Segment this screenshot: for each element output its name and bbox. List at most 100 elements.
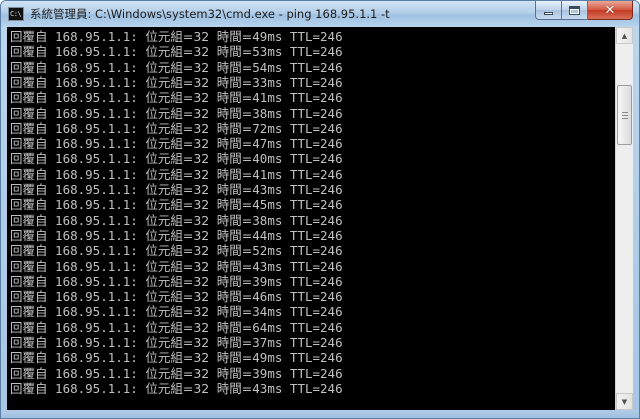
reply-ttl: TTL=246 xyxy=(289,59,343,75)
ping-reply-line: 回覆自 168.95.1.1: 位元組=32 時間=49ms TTL=246 xyxy=(10,29,343,44)
reply-time-label: 時間= xyxy=(216,289,253,305)
reply-time: 43ms xyxy=(252,182,283,197)
maximize-icon xyxy=(569,5,580,15)
reply-bytes: 位元組=32 xyxy=(145,380,210,396)
reply-prefix: 回覆自 xyxy=(10,105,48,121)
reply-time-label: 時間= xyxy=(216,120,253,136)
close-button[interactable]: ✕ xyxy=(588,1,633,20)
reply-prefix: 回覆自 xyxy=(10,29,48,44)
ping-reply-line: 回覆自 168.95.1.1: 位元組=32 時間=33ms TTL=246 xyxy=(10,75,343,90)
reply-time: 43ms xyxy=(252,380,283,396)
ping-reply-line: 回覆自 168.95.1.1: 位元組=32 時間=47ms TTL=246 xyxy=(10,136,343,151)
ping-reply-line: 回覆自 168.95.1.1: 位元組=32 時間=46ms TTL=246 xyxy=(10,289,343,304)
grip-line xyxy=(622,112,628,113)
reply-prefix: 回覆自 xyxy=(10,212,48,228)
reply-prefix: 回覆自 xyxy=(10,197,48,213)
reply-prefix: 回覆自 xyxy=(10,227,48,243)
reply-prefix: 回覆自 xyxy=(10,335,48,350)
reply-host: 168.95.1.1: xyxy=(55,182,138,197)
grip-line xyxy=(622,118,628,119)
scroll-down-button[interactable]: ▼ xyxy=(616,393,633,410)
reply-time: 41ms xyxy=(252,166,283,182)
ping-reply-line: 回覆自 168.95.1.1: 位元組=32 時間=40ms TTL=246 xyxy=(10,151,343,166)
reply-host: 168.95.1.1: xyxy=(55,273,138,289)
reply-bytes: 位元組=32 xyxy=(145,151,210,167)
reply-ttl: TTL=246 xyxy=(289,227,343,243)
reply-ttl: TTL=246 xyxy=(289,44,343,60)
reply-ttl: TTL=246 xyxy=(289,212,343,228)
vertical-scrollbar[interactable]: ▲ ▼ xyxy=(615,27,633,410)
reply-host: 168.95.1.1: xyxy=(55,304,138,320)
title-bar[interactable]: C:\ 系統管理員: C:\Windows\system32\cmd.exe -… xyxy=(1,1,639,27)
reply-bytes: 位元組=32 xyxy=(145,29,210,44)
maximize-button[interactable] xyxy=(562,1,588,20)
reply-bytes: 位元組=32 xyxy=(145,258,210,274)
ping-reply-line: 回覆自 168.95.1.1: 位元組=32 時間=53ms TTL=246 xyxy=(10,44,343,59)
reply-ttl: TTL=246 xyxy=(289,365,343,381)
reply-time: 38ms xyxy=(252,105,283,121)
scroll-up-button[interactable]: ▲ xyxy=(616,27,633,44)
reply-bytes: 位元組=32 xyxy=(145,44,210,60)
reply-ttl: TTL=246 xyxy=(289,289,343,305)
reply-ttl: TTL=246 xyxy=(289,105,343,121)
scrollbar-thumb[interactable] xyxy=(617,85,632,145)
reply-prefix: 回覆自 xyxy=(10,74,48,90)
reply-time-label: 時間= xyxy=(216,29,253,44)
reply-time: 54ms xyxy=(252,59,283,75)
reply-host: 168.95.1.1: xyxy=(55,105,138,121)
ping-reply-line: 回覆自 168.95.1.1: 位元組=32 時間=39ms TTL=246 xyxy=(10,366,343,381)
reply-time: 39ms xyxy=(252,273,283,289)
console-output[interactable]: 回覆自 168.95.1.1: 位元組=32 時間=49ms TTL=246 回覆… xyxy=(7,27,615,410)
reply-host: 168.95.1.1: xyxy=(55,289,138,305)
reply-time-label: 時間= xyxy=(216,44,253,60)
reply-time-label: 時間= xyxy=(216,258,253,274)
reply-ttl: TTL=246 xyxy=(289,182,343,197)
reply-time-label: 時間= xyxy=(216,350,253,366)
reply-ttl: TTL=246 xyxy=(289,380,343,396)
ping-reply-line: 回覆自 168.95.1.1: 位元組=32 時間=41ms TTL=246 xyxy=(10,167,343,182)
reply-host: 168.95.1.1: xyxy=(55,350,138,366)
reply-ttl: TTL=246 xyxy=(289,243,343,259)
reply-bytes: 位元組=32 xyxy=(145,365,210,381)
reply-time: 33ms xyxy=(252,74,283,90)
reply-time: 45ms xyxy=(252,197,283,213)
reply-ttl: TTL=246 xyxy=(289,273,343,289)
reply-host: 168.95.1.1: xyxy=(55,90,138,106)
minimize-button[interactable] xyxy=(535,1,562,20)
reply-bytes: 位元組=32 xyxy=(145,166,210,182)
reply-ttl: TTL=246 xyxy=(289,166,343,182)
reply-host: 168.95.1.1: xyxy=(55,151,138,167)
reply-bytes: 位元組=32 xyxy=(145,350,210,366)
reply-time: 39ms xyxy=(252,365,283,381)
reply-time-label: 時間= xyxy=(216,227,253,243)
ping-reply-line: 回覆自 168.95.1.1: 位元組=32 時間=43ms TTL=246 xyxy=(10,182,343,197)
reply-host: 168.95.1.1: xyxy=(55,120,138,136)
reply-time: 34ms xyxy=(252,304,283,320)
reply-ttl: TTL=246 xyxy=(289,29,343,44)
reply-time-label: 時間= xyxy=(216,197,253,213)
ping-reply-line: 回覆自 168.95.1.1: 位元組=32 時間=54ms TTL=246 xyxy=(10,60,343,75)
reply-prefix: 回覆自 xyxy=(10,166,48,182)
reply-bytes: 位元組=32 xyxy=(145,197,210,213)
reply-time: 41ms xyxy=(252,90,283,106)
reply-time: 64ms xyxy=(252,319,283,335)
cmd-icon[interactable]: C:\ xyxy=(8,7,24,21)
reply-prefix: 回覆自 xyxy=(10,90,48,106)
reply-bytes: 位元組=32 xyxy=(145,120,210,136)
reply-ttl: TTL=246 xyxy=(289,90,343,106)
reply-bytes: 位元組=32 xyxy=(145,273,210,289)
reply-host: 168.95.1.1: xyxy=(55,227,138,243)
reply-ttl: TTL=246 xyxy=(289,335,343,350)
reply-time-label: 時間= xyxy=(216,90,253,106)
reply-bytes: 位元組=32 xyxy=(145,335,210,350)
reply-time-label: 時間= xyxy=(216,151,253,167)
reply-host: 168.95.1.1: xyxy=(55,166,138,182)
reply-bytes: 位元組=32 xyxy=(145,227,210,243)
reply-time-label: 時間= xyxy=(216,335,253,350)
reply-time: 40ms xyxy=(252,151,283,167)
reply-host: 168.95.1.1: xyxy=(55,59,138,75)
reply-time: 37ms xyxy=(252,335,283,350)
reply-ttl: TTL=246 xyxy=(289,319,343,335)
window-bottom-border xyxy=(1,410,639,418)
reply-prefix: 回覆自 xyxy=(10,120,48,136)
